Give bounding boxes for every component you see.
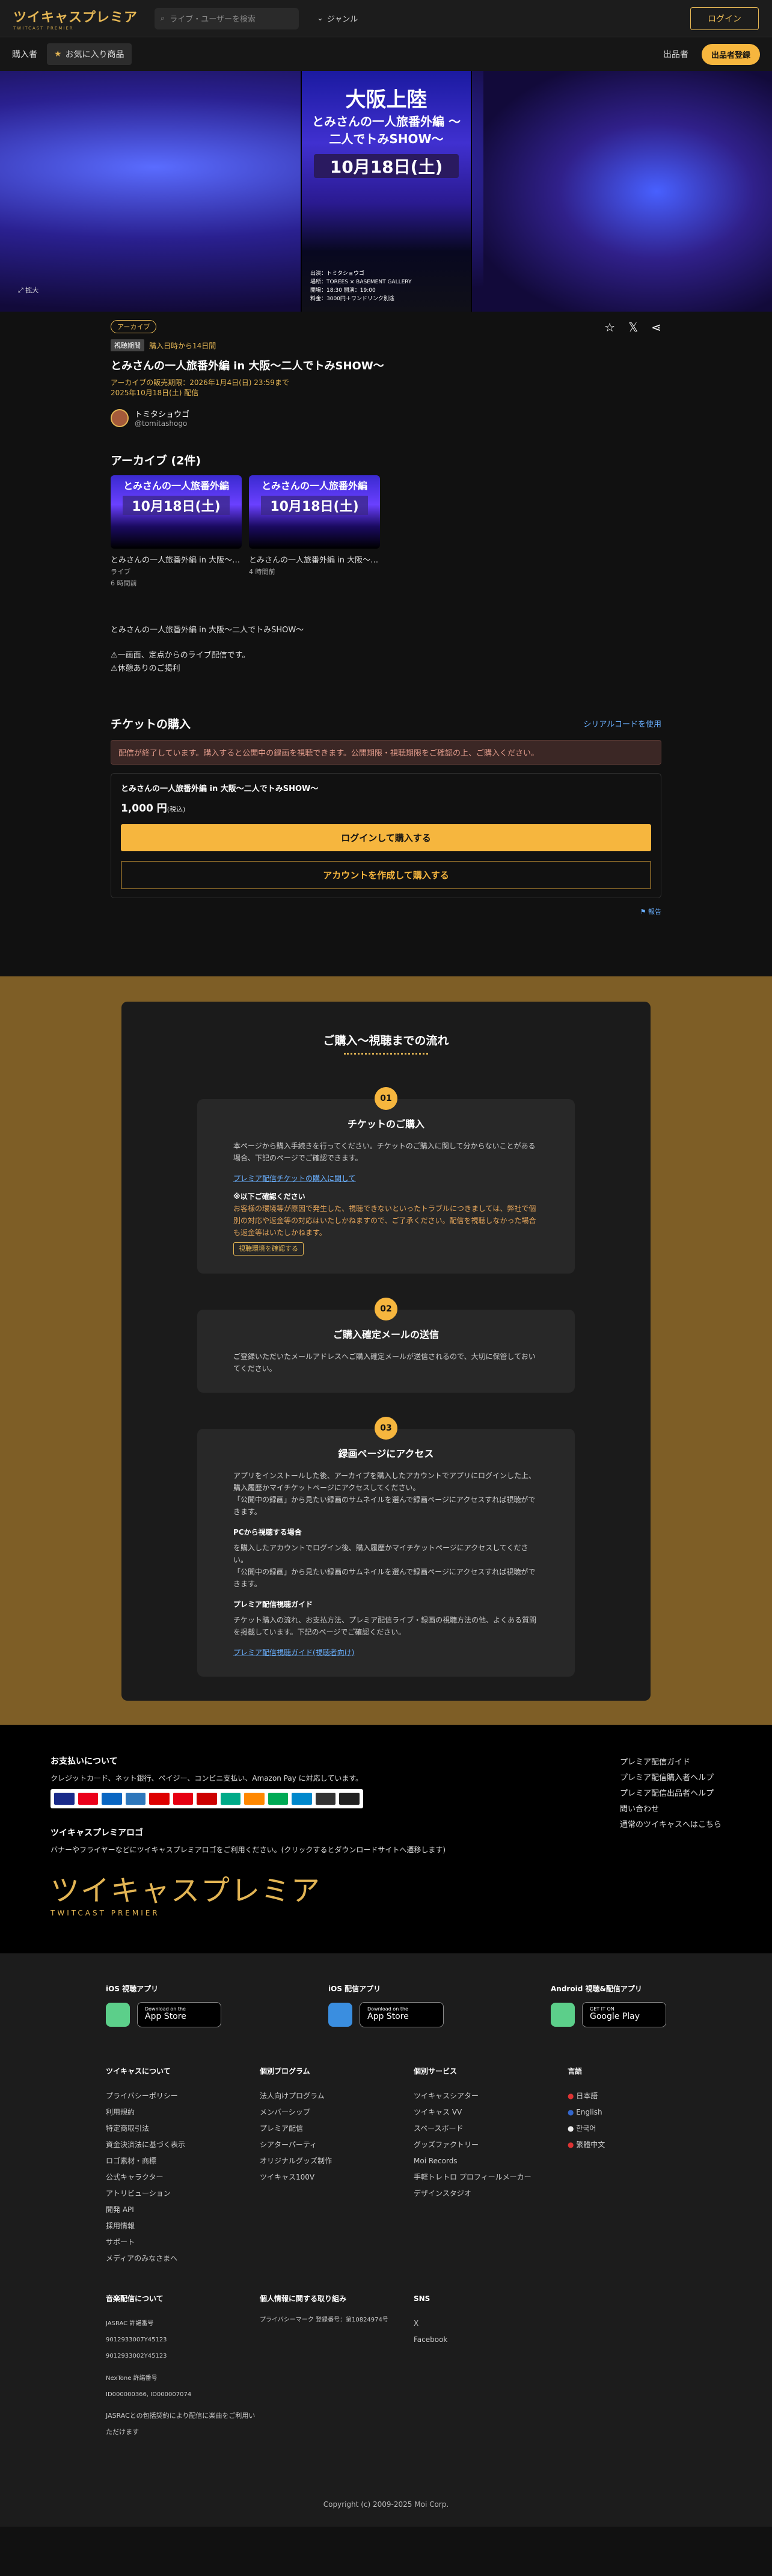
app-icon[interactable] [551, 2003, 575, 2027]
ticket-help-link[interactable]: プレミア配信チケットの購入に関して [233, 1172, 539, 1185]
payment-section: お支払いについて クレジットカード、ネット銀行、ペイジー、コンビニ支払い、Ama… [0, 1725, 772, 1953]
app-ios-broadcast: iOS 配信アプリ Download on the App Store [328, 1983, 444, 2027]
footer-col-about: ツイキャスについて プライバシーポリシー 利用規約 特定商取引法 資金決済法に基づく表… [106, 2067, 186, 2263]
flow-heading: ご購入〜視聴までの流れ [121, 1032, 651, 1055]
event-poster: 大阪上陸 とみさんの一人旅番外編 〜二人でトみSHOW〜 10月18日(土) 出… [301, 71, 472, 312]
footer-col-programs: 個別プログラム 法人向けプログラム メンバーシップ プレミア配信 シアターパーティ オリ… [260, 2067, 332, 2181]
expand-icon: ⤢ [18, 286, 26, 294]
ended-notice: 配信が終了しています。購入すると公開中の録画を視聴できます。公開期限・視聴期限を… [111, 740, 661, 765]
privacy-info: 個人情報に関する取り組み プライバシーマーク 登録番号：第10824974号 [260, 2294, 388, 2323]
payment-logos [51, 1789, 363, 1808]
flag-jp-icon: ● [568, 2092, 577, 2100]
archive-thumbnail: とみさんの一人旅番外編 10月18日(土) [249, 475, 380, 549]
flag-us-icon: ● [568, 2108, 577, 2116]
archive-card[interactable]: とみさんの一人旅番外編 10月18日(土) とみさんの一人旅番外編 in 大阪〜二… [111, 475, 242, 588]
flow-step-2: 02 ご購入確定メールの送信 ご登録いただいたメールアドレスへご購入確定メールが… [197, 1298, 575, 1393]
flow-section: ご購入〜視聴までの流れ 01 チケットのご購入 本ページから購入手続きを行ってく… [0, 976, 772, 1725]
main-content: アーカイブ 視聴期間 購入日時から14日間 とみさんの一人旅番外編 in 大阪〜… [111, 320, 661, 916]
footer-col-services: 個別サービス ツイキャスシアター ツイキャス VV スペースボード グッズファクトリー… [414, 2067, 532, 2198]
search-input[interactable]: ⌕ ライブ・ユーザーを検索 [155, 7, 299, 29]
ticket-heading: チケットの購入 [111, 718, 191, 731]
avatar [111, 408, 129, 427]
app-store-badge[interactable]: Download on the App Store [360, 2002, 444, 2027]
sns-links: SNS X Facebook [414, 2294, 448, 2344]
poster-info: 出演：トミタショウゴ 場所：TOREES × BASEMENT GALLERY 開場… [310, 271, 412, 302]
favorites-button[interactable]: ★ お気に入り商品 [47, 43, 132, 65]
app-ios-viewer: iOS 視聴アプリ Download on the App Store [106, 1983, 221, 2027]
zoom-button[interactable]: ⤢ 拡大 [18, 285, 38, 295]
app-icon[interactable] [328, 2003, 352, 2027]
google-play-badge[interactable]: GET IT ON Google Play [582, 2002, 666, 2027]
user-profile[interactable]: トミタショウゴ @tomitashogo [111, 408, 661, 428]
seller-register-button[interactable]: 出品者登録 [701, 43, 760, 65]
premier-logo[interactable]: ツイキャスプレミア TWITCAST PREMIER [51, 1867, 721, 1917]
buyer-link[interactable]: 購入者 [12, 48, 37, 60]
copyright: Copyright (c) 2009-2025 Moi Corp. [323, 2500, 449, 2509]
viewer-guide-link[interactable]: プレミア配信視聴ガイド(視聴者向け) [233, 1647, 539, 1659]
archive-thumbnail: とみさんの一人旅番外編 10月18日(土) [111, 475, 242, 549]
login-purchase-button[interactable]: ログインして購入する [121, 824, 651, 851]
ticket-box: とみさんの一人旅番外編 in 大阪〜二人でトみSHOW〜 1,000 円(税込)… [111, 773, 661, 898]
chevron-down-icon: ⌄ [317, 14, 323, 23]
music-info: 音楽配信について JASRAC 許諾番号 9012933007Y45123 9012… [106, 2294, 256, 2436]
archive-heading: アーカイブ (2件) [111, 454, 201, 467]
app-icon[interactable] [106, 2003, 130, 2027]
sub-nav: 購入者 ★ お気に入り商品 出品者 出品者登録 [0, 37, 772, 71]
hero-banner: 大阪上陸 とみさんの一人旅番外編 〜二人でトみSHOW〜 10月18日(土) 出… [0, 71, 772, 312]
login-button[interactable]: ログイン [690, 7, 759, 30]
seller-link[interactable]: 出品者 [663, 48, 688, 60]
footer: iOS 視聴アプリ Download on the App Store iOS 配信… [0, 1953, 772, 2527]
top-header: ツイキャスプレミア TWITCAST PREMIER ⌕ ライブ・ユーザーを検索 ⌄… [0, 0, 772, 37]
flag-tw-icon: ● [568, 2140, 577, 2149]
genre-dropdown[interactable]: ⌄ ジャンル [317, 13, 358, 24]
footer-col-language: 言語 ● 日本語 ● English ● 한국어 ● 繁體中文 [568, 2067, 605, 2149]
create-account-button[interactable]: アカウントを作成して購入する [121, 861, 651, 889]
flag-icon: ⚑ [640, 908, 648, 916]
payment-links: プレミア配信ガイド プレミア配信購入者ヘルプ プレミア配信出品者ヘルプ 問い合わせ 通常… [619, 1758, 721, 1829]
serial-code-link[interactable]: シリアルコードを使用 [583, 718, 661, 729]
app-android: Android 視聴&配信アプリ GET IT ON Google Play [551, 1983, 666, 2027]
flag-kr-icon: ● [568, 2124, 577, 2133]
flow-step-1: 01 チケットのご購入 本ページから購入手続きを行ってください。チケットのご購入… [197, 1087, 575, 1274]
star-icon[interactable]: ☆ [604, 320, 615, 334]
period-badge: 視聴期間 [111, 339, 144, 351]
search-icon: ⌕ [161, 14, 165, 23]
site-logo[interactable]: ツイキャスプレミア TWITCAST PREMIER [13, 7, 138, 31]
x-share-icon[interactable]: 𝕏 [628, 320, 638, 334]
check-environment-button[interactable]: 視聴環境を確認する [233, 1242, 304, 1256]
star-icon: ★ [54, 49, 62, 59]
description: とみさんの一人旅番外編 in 大阪〜二人でトみSHOW〜 ⚠一画面、定点からのラ… [111, 626, 304, 673]
archive-card[interactable]: とみさんの一人旅番外編 10月18日(土) とみさんの一人旅番外編 in 大阪〜二… [249, 475, 380, 588]
app-store-badge[interactable]: Download on the App Store [137, 2002, 221, 2027]
flow-step-3: 03 録画ページにアクセス アプリをインストールした後、アーカイブを購入したアカ… [197, 1417, 575, 1677]
share-icon[interactable]: ⋖ [651, 320, 661, 334]
archive-tag: アーカイブ [111, 320, 157, 333]
page-title: とみさんの一人旅番外編 in 大阪〜二人でトみSHOW〜 [111, 360, 384, 372]
report-link[interactable]: ⚑ 報告 [111, 907, 661, 916]
